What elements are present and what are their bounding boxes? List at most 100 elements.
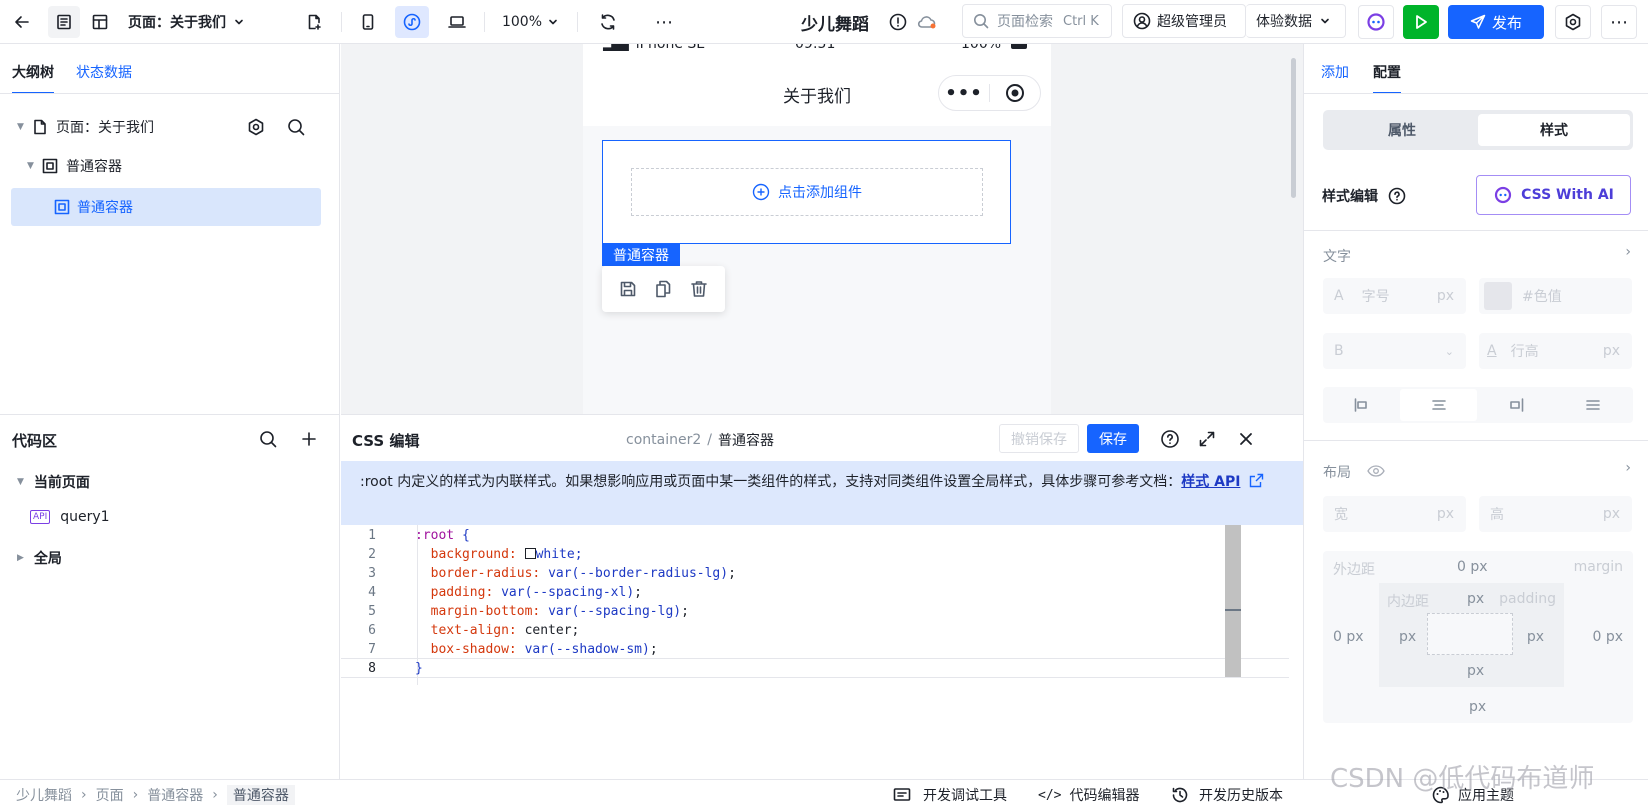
height-input[interactable]: 高 px [1479, 496, 1632, 532]
width-input[interactable]: 宽 px [1323, 496, 1466, 532]
help-icon[interactable] [1388, 187, 1406, 205]
more-menu-icon[interactable]: ⋯ [1601, 5, 1637, 39]
tab-outline-tree[interactable]: 大纲树 [12, 62, 54, 94]
preview-run-button[interactable] [1403, 5, 1439, 39]
publish-button[interactable]: 发布 [1448, 5, 1544, 39]
tree-item-container-selected[interactable]: 普通容器 [11, 188, 321, 226]
margin-en-label: margin [1573, 559, 1623, 575]
caret-down-icon: ▼ [27, 161, 34, 171]
settings-icon[interactable] [247, 118, 265, 136]
tree-item-page[interactable]: ▼ 页面：关于我们 [0, 108, 339, 146]
design-canvas: ▂▄▆ iPhone SE 09:51 100% 关于我们 ••• 点击添加组件 [341, 44, 1303, 414]
back-icon[interactable] [6, 6, 38, 38]
segment-properties[interactable]: 属性 [1326, 120, 1478, 140]
watermark: CSDN @低代码布道师 [1330, 764, 1595, 794]
refresh-icon[interactable] [592, 6, 624, 38]
font-size-input[interactable]: A 字号 px [1323, 278, 1466, 314]
breadcrumb-item[interactable]: 页面 [96, 785, 124, 805]
editor-scrollbar[interactable] [1225, 525, 1241, 677]
capsule-close-icon[interactable] [990, 83, 1040, 103]
padding-left-unit[interactable]: px [1399, 629, 1416, 645]
font-weight-select[interactable]: B ⌄ [1323, 333, 1466, 369]
copy-icon[interactable] [654, 280, 672, 298]
text-section-header[interactable]: 文字 › [1323, 240, 1633, 270]
tab-add[interactable]: 添加 [1321, 62, 1349, 82]
eye-icon[interactable] [1367, 464, 1385, 478]
save-icon[interactable] [619, 280, 637, 298]
code-editor-button[interactable]: </> 代码编辑器 [1038, 784, 1139, 806]
align-right-icon[interactable] [1477, 398, 1554, 412]
code-line: 1 :root { [341, 525, 1289, 545]
page-list-icon[interactable] [48, 6, 80, 38]
tab-state-data[interactable]: 状态数据 [76, 62, 132, 82]
expand-icon[interactable] [1197, 429, 1217, 449]
align-left-icon[interactable] [1323, 398, 1400, 412]
css-with-ai-button[interactable]: CSS With AI [1476, 175, 1631, 215]
more-icon[interactable]: ⋯ [648, 6, 680, 38]
save-button[interactable]: 保存 [1087, 424, 1139, 453]
capsule-menu[interactable]: ••• [938, 75, 1041, 111]
layout-section-header[interactable]: 布局 › [1323, 456, 1633, 486]
segment-styles[interactable]: 样式 [1478, 114, 1630, 146]
selected-container[interactable]: 点击添加组件 [602, 140, 1011, 244]
page-search[interactable]: 页面检索 Ctrl K [962, 4, 1112, 38]
search-icon[interactable] [287, 118, 305, 136]
close-icon[interactable] [1237, 430, 1255, 448]
help-icon[interactable] [1160, 429, 1180, 449]
breadcrumb-item-current[interactable]: 普通容器 [226, 785, 295, 805]
margin-right-value[interactable]: 0 px [1592, 629, 1623, 645]
undo-save-button[interactable]: 撤销保存 [999, 424, 1079, 453]
data-mode-select[interactable]: 体验数据 [1246, 4, 1346, 38]
css-value: var(--border-radius-lg) [548, 565, 729, 581]
code-line: 3 border-radius: var(--border-radius-lg)… [341, 563, 1289, 583]
layout-icon[interactable] [84, 6, 116, 38]
align-justify-icon[interactable] [1554, 398, 1631, 412]
add-component-placeholder[interactable]: 点击添加组件 [631, 168, 983, 216]
external-link-icon[interactable] [1249, 473, 1264, 488]
padding-bottom-unit[interactable]: px [1467, 663, 1484, 679]
desktop-view-icon[interactable] [441, 6, 473, 38]
font-weight-prefix: B [1334, 343, 1344, 359]
delete-icon[interactable] [690, 280, 708, 298]
code-editor[interactable]: 1 :root { 2 background: white; 3 border-… [341, 525, 1303, 780]
style-api-link[interactable]: 样式 API [1181, 474, 1240, 490]
padding-top-unit[interactable]: px [1467, 591, 1484, 607]
code-line: 2 background: white; [341, 544, 1289, 564]
user-menu[interactable]: 超级管理员 [1122, 4, 1246, 38]
breadcrumb-separator: / [707, 432, 712, 448]
align-center-icon[interactable] [1400, 389, 1477, 421]
warning-icon[interactable] [884, 6, 912, 38]
page-selector[interactable]: 页面：关于我们 [128, 6, 268, 38]
app-title: 少儿舞蹈 [801, 14, 869, 35]
query-item[interactable]: API query1 [30, 509, 110, 525]
history-button[interactable]: 开发历史版本 [1171, 784, 1283, 806]
current-page-group[interactable]: ▼ 当前页面 [17, 472, 90, 492]
settings-icon[interactable] [1555, 5, 1591, 39]
debug-tool-button[interactable]: 开发调试工具 [893, 784, 1007, 806]
cloud-sync-icon[interactable] [912, 6, 942, 38]
color-swatch[interactable] [524, 547, 536, 559]
breadcrumb-item[interactable]: 少儿舞蹈 [16, 785, 72, 805]
color-input[interactable]: #色值 [1479, 278, 1632, 314]
padding-right-unit[interactable]: px [1527, 629, 1544, 645]
color-swatch[interactable] [1484, 282, 1512, 310]
margin-top-value[interactable]: 0 px [1457, 559, 1488, 575]
ai-assistant-icon[interactable] [1358, 5, 1394, 39]
component-action-bar [602, 266, 725, 312]
miniprogram-view-icon[interactable] [395, 6, 429, 38]
margin-left-value[interactable]: 0 px [1333, 629, 1364, 645]
tree-item-container[interactable]: ▼ 普通容器 [0, 147, 339, 185]
zoom-selector[interactable]: 100% [500, 6, 560, 38]
add-icon[interactable] [300, 430, 318, 448]
line-height-input[interactable]: A 行高 px [1479, 333, 1632, 369]
mobile-view-icon[interactable] [352, 6, 384, 38]
global-group[interactable]: ▶ 全局 [17, 548, 62, 568]
new-page-icon[interactable] [298, 6, 330, 38]
breadcrumb-item[interactable]: 普通容器 [147, 785, 203, 805]
margin-bottom-unit[interactable]: px [1469, 699, 1486, 715]
canvas-scrollbar[interactable] [1291, 58, 1296, 198]
search-icon[interactable] [259, 430, 277, 448]
capsule-more-icon[interactable]: ••• [939, 83, 989, 104]
code-editor-label: 代码编辑器 [1069, 788, 1140, 804]
tab-config[interactable]: 配置 [1373, 62, 1401, 94]
